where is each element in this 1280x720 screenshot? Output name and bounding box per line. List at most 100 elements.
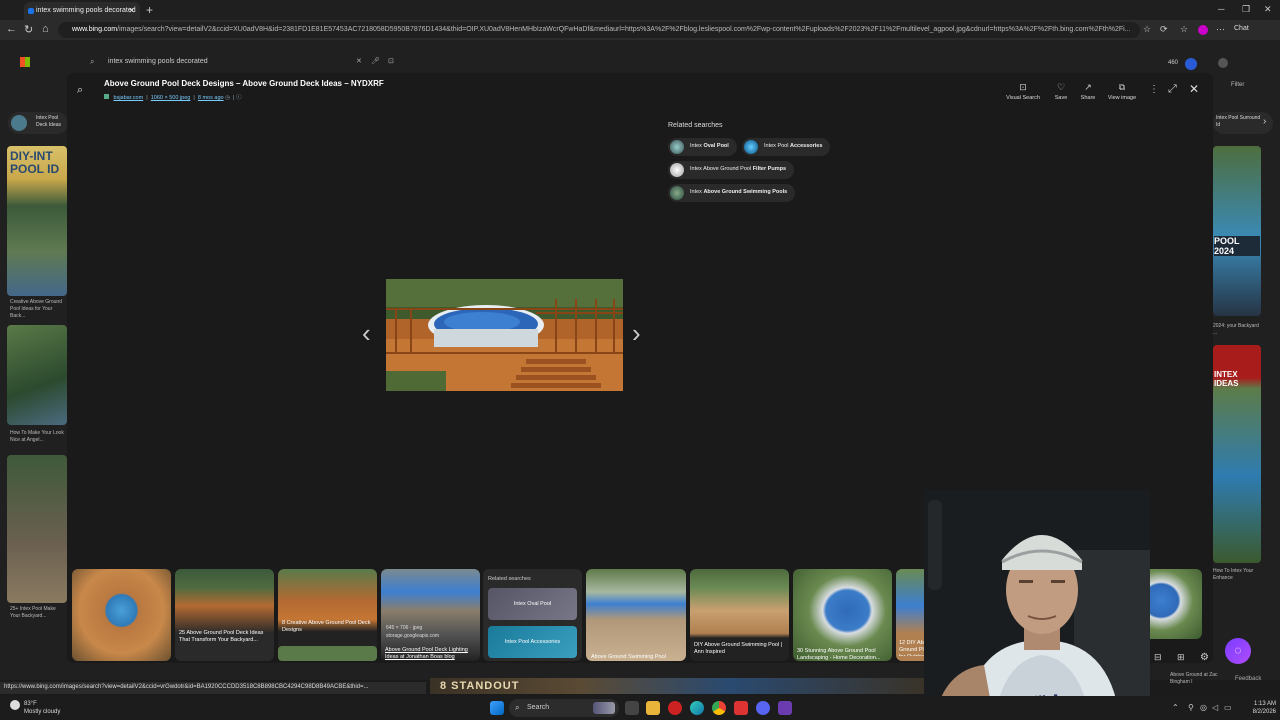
more-menu-icon[interactable]: ⋯ (1216, 24, 1225, 35)
image-source-link[interactable]: bsjabar.com (114, 95, 144, 101)
settings-gear-icon[interactable]: ⚙ (1200, 652, 1209, 663)
favorite-star-icon[interactable]: ☆ (1143, 24, 1151, 35)
related-chip-oval-pool[interactable]: Intex Oval Pool (668, 138, 737, 156)
image-age[interactable]: 8 mos ago (198, 95, 224, 101)
visual-search-icon: ⊡ (1019, 82, 1027, 92)
clock-icon: ◷ (225, 95, 232, 101)
home-icon[interactable]: ⌂ (42, 23, 49, 35)
app-icon-red-2[interactable] (734, 701, 748, 715)
rewards-icon[interactable] (1185, 58, 1197, 70)
previous-image-arrow[interactable]: ‹ (362, 318, 371, 349)
chrome-icon[interactable] (712, 701, 726, 715)
right-banner2-text: INTEX IDEAS (1214, 370, 1239, 388)
window-close-icon[interactable]: ✕ (1264, 4, 1272, 15)
filter-button[interactable]: Filter (1231, 82, 1244, 88)
feedback-link[interactable]: Feedback (1235, 676, 1261, 682)
filmstrip-caption[interactable]: 25 Above Ground Pool Deck Ideas That Tra… (179, 630, 273, 644)
next-image-arrow[interactable]: › (632, 318, 641, 349)
tab-close-icon[interactable]: ✕ (128, 6, 135, 15)
filmstrip-item[interactable] (72, 569, 171, 661)
microphone-icon[interactable]: 🎤︎ (371, 57, 380, 65)
filmstrip-caption[interactable]: 8 Creative Above Ground Pool Deck Design… (282, 620, 374, 634)
taskbar-clock[interactable]: 1:13 AM 8/2/2026 (1238, 700, 1276, 716)
weather-widget[interactable]: 83°F Mostly cloudy (10, 700, 60, 716)
account-avatar[interactable] (1218, 58, 1228, 68)
maximize-icon[interactable]: ❐ (1242, 4, 1250, 15)
modal-search-icon[interactable]: ⌕ (77, 84, 83, 97)
pool-deck-illustration (386, 279, 623, 391)
clear-search-icon[interactable]: ✕ (356, 57, 362, 65)
reload-icon[interactable]: ↻ (24, 23, 33, 36)
right-related-chip[interactable]: Intex Pool Surround Id › (1213, 112, 1273, 134)
chip-text-bold: Above Ground Swimming Pools (703, 189, 788, 195)
left-thumb-2[interactable] (7, 325, 67, 425)
new-tab-button[interactable]: + (146, 3, 153, 17)
app-icon-purple[interactable] (778, 701, 792, 715)
taskbar-search[interactable]: ⌕ Search (509, 699, 619, 717)
image-dimensions[interactable]: 1060 × 500 jpeg (151, 95, 191, 101)
volume-icon[interactable]: ◁ (1212, 703, 1218, 712)
tab-title: intex swimming pools decorated (36, 7, 136, 14)
visual-search-action[interactable]: ⊡ Visual Search (1003, 82, 1043, 101)
action-label: Visual Search (1006, 95, 1040, 101)
related-chip-swimming-pools[interactable]: Intex Above Ground Swimming Pools (668, 184, 796, 202)
tray-chevron-icon[interactable]: ⌃ (1172, 703, 1179, 712)
filmstrip-item[interactable] (175, 569, 274, 661)
feedback-panel-icon[interactable]: ⊟ (1154, 652, 1162, 663)
related-chip-accessories[interactable]: Intex Pool Accessories (742, 138, 831, 156)
tray-icon-1[interactable]: ⚲ (1188, 703, 1194, 712)
search-highlight-icon (593, 702, 615, 714)
battery-icon[interactable]: ▭ (1224, 703, 1232, 712)
rewards-points[interactable]: 460 (1168, 60, 1178, 66)
chip-text-bold: Filter Pumps (752, 166, 786, 172)
fullscreen-icon[interactable]: ⤢ (1168, 83, 1177, 96)
task-view-icon[interactable] (625, 701, 639, 715)
file-explorer-icon[interactable] (646, 701, 660, 715)
favorites-icon[interactable]: ☆ (1180, 24, 1188, 35)
more-options-icon[interactable]: ⋮ (1149, 84, 1159, 95)
action-label: Share (1080, 95, 1096, 101)
profile-avatar[interactable] (1198, 25, 1208, 35)
visual-search-box-icon[interactable]: ⊡ (388, 57, 394, 65)
copilot-chat-button[interactable]: Chat (1234, 25, 1249, 32)
filmstrip-item[interactable] (586, 569, 686, 661)
discord-icon[interactable] (756, 701, 770, 715)
start-icon[interactable] (490, 701, 504, 715)
info-icon[interactable]: ⓘ (236, 95, 242, 101)
screenshot-icon[interactable]: ⊞ (1177, 652, 1185, 663)
left-related-chip[interactable]: Intex Pool Deck Ideas (8, 112, 68, 134)
filmstrip-caption[interactable]: DIY Above Ground Swimming Pool | Ann Ins… (694, 642, 786, 656)
filmstrip-source[interactable]: storage.googleapis.com (386, 633, 439, 639)
bottom-banner-text: 8 STANDOUT (440, 680, 520, 692)
extensions-icon[interactable]: ⟳ (1160, 24, 1168, 35)
status-url-tooltip: https://www.bing.com/images/search?view=… (0, 682, 426, 694)
modal-close-icon[interactable]: ✕ (1189, 82, 1199, 96)
tab-active[interactable]: intex swimming pools decorated ✕ (24, 2, 140, 20)
source-favicon-icon (104, 94, 109, 99)
filmstrip-caption[interactable]: Above Ground Swimming Pool (591, 654, 685, 661)
edge-icon[interactable] (690, 701, 704, 715)
minimize-icon[interactable]: ─ (1218, 4, 1224, 14)
left-chip-label: Intex Pool Deck Ideas (36, 115, 62, 128)
filmstrip-thumb-below[interactable] (278, 646, 377, 661)
view-image-action[interactable]: ⧉ View image (1102, 82, 1142, 101)
filmstrip-caption[interactable]: 30 Stunning Above Ground Pool Landscapin… (797, 648, 889, 662)
filmstrip-caption[interactable]: Above Ground Pool Deck Lighting Ideas at… (385, 647, 477, 661)
url-field[interactable]: www.bing.com/images/search?view=detailV2… (58, 22, 1140, 38)
thumb-image (175, 569, 274, 661)
app-icon-red[interactable] (668, 701, 682, 715)
filmstrip-meta: 645 × 706 · jpeg (386, 625, 423, 631)
tray-icon-2[interactable]: ◎ (1200, 703, 1207, 712)
chevron-right-icon[interactable]: › (1263, 116, 1266, 127)
related-card-oval-pool[interactable]: Intex Oval Pool (488, 588, 577, 620)
related-chip-filter-pumps[interactable]: Intex Above Ground Pool Filter Pumps (668, 161, 794, 179)
image-title[interactable]: Above Ground Pool Deck Designs – Above G… (104, 79, 384, 88)
main-pool-deck-image[interactable] (386, 279, 623, 391)
back-icon[interactable]: ← (6, 23, 17, 35)
related-card-accessories[interactable]: Intex Pool Accessories (488, 626, 577, 658)
copilot-fab-button[interactable]: ◌ (1225, 638, 1251, 664)
right-thumb-1[interactable] (1213, 146, 1261, 316)
bing-search-box[interactable]: ⌕ intex swimming pools decorated ✕ 🎤︎ ⊡ (80, 53, 402, 71)
left-thumb-3[interactable] (7, 455, 67, 603)
chip-thumb (744, 140, 758, 154)
